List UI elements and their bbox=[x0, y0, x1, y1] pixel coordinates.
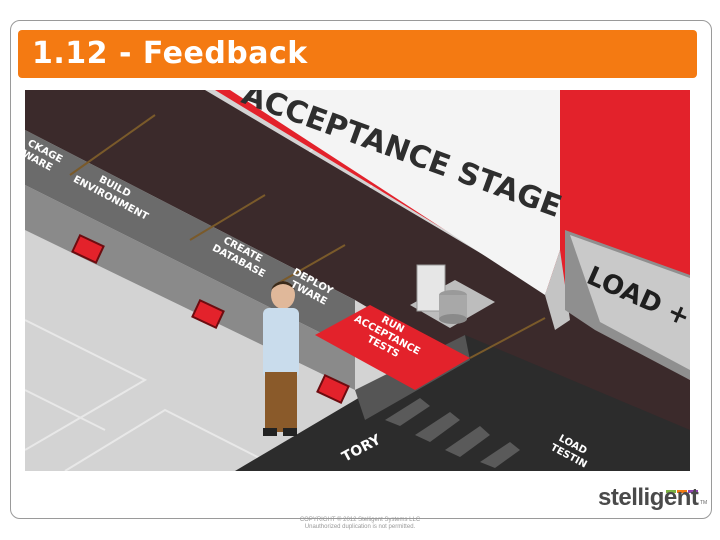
pipeline-scene-svg: CKAGE WARE BUILD ENVIRONMENT CREATE DATA… bbox=[25, 90, 690, 471]
copyright-line-1: COPYRIGHT © 2012 Stelligent Systems LLC bbox=[299, 517, 421, 523]
title-bar: 1.12 - Feedback bbox=[18, 30, 697, 78]
stelligent-logo: stelligent TM bbox=[598, 478, 708, 518]
logo-trademark: TM bbox=[700, 500, 708, 506]
copyright-line-2: Unauthorized duplication is not permitte… bbox=[304, 524, 416, 530]
slide-title: 1.12 - Feedback bbox=[32, 36, 308, 71]
logo-text: stelligent bbox=[598, 484, 699, 511]
copyright-notice: COPYRIGHT © 2012 Stelligent Systems LLC … bbox=[270, 517, 450, 531]
pipeline-illustration: CKAGE WARE BUILD ENVIRONMENT CREATE DATA… bbox=[25, 90, 690, 471]
